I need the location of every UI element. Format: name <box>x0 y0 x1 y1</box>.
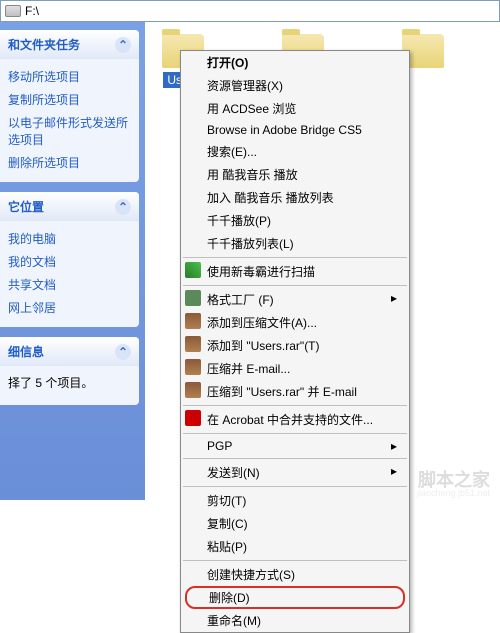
context-menu: 打开(O) 资源管理器(X) 用 ACDSee 浏览 Browse in Adobe … <box>180 50 410 633</box>
context-menu-item[interactable]: 用 ACDSee 浏览 <box>181 97 409 120</box>
context-menu-item[interactable]: 打开(O) <box>181 51 409 74</box>
menu-item-label: 剪切(T) <box>207 494 246 508</box>
context-menu-item[interactable]: 粘贴(P) <box>181 535 409 558</box>
menu-item-label: 删除(D) <box>209 591 250 605</box>
place-shareddocs[interactable]: 共享文档 <box>8 273 131 296</box>
submenu-arrow-icon: ▸ <box>391 464 397 478</box>
menu-item-label: 用 酷我音乐 播放 <box>207 168 298 182</box>
panel-header[interactable]: 和文件夹任务 ⌃ <box>0 30 139 59</box>
menu-separator <box>183 257 407 258</box>
context-menu-item[interactable]: 使用新毒霸进行扫描 <box>181 260 409 283</box>
menu-item-label: 发送到(N) <box>207 466 260 480</box>
context-menu-item[interactable]: 搜索(E)... <box>181 140 409 163</box>
task-delete[interactable]: 删除所选项目 <box>8 151 131 174</box>
context-menu-item[interactable]: 用 酷我音乐 播放 <box>181 163 409 186</box>
context-menu-item[interactable]: 压缩到 "Users.rar" 并 E-mail <box>181 380 409 403</box>
menu-item-label: 在 Acrobat 中合并支持的文件... <box>207 413 373 427</box>
menu-item-label: 打开(O) <box>207 56 248 70</box>
context-menu-item[interactable]: 重命名(M) <box>181 609 409 632</box>
place-network[interactable]: 网上邻居 <box>8 296 131 319</box>
menu-separator <box>183 486 407 487</box>
details-panel: 细信息 ⌃ 择了 5 个项目。 <box>0 337 139 405</box>
context-menu-item[interactable]: 压缩并 E-mail... <box>181 357 409 380</box>
menu-item-label: 搜索(E)... <box>207 145 257 159</box>
tasks-panel: 和文件夹任务 ⌃ 移动所选项目 复制所选项目 以电子邮件形式发送所选项目 删除所… <box>0 30 139 182</box>
menu-item-label: 千千播放(P) <box>207 214 271 228</box>
place-mycomputer[interactable]: 我的电脑 <box>8 227 131 250</box>
sidebar: 和文件夹任务 ⌃ 移动所选项目 复制所选项目 以电子邮件形式发送所选项目 删除所… <box>0 22 145 500</box>
rar-icon <box>185 359 201 375</box>
menu-separator <box>183 285 407 286</box>
menu-separator <box>183 433 407 434</box>
context-menu-item[interactable]: 格式工厂 (F) ▸ <box>181 288 409 311</box>
menu-item-label: 添加到压缩文件(A)... <box>207 316 317 330</box>
menu-separator <box>183 458 407 459</box>
menu-item-label: 粘贴(P) <box>207 540 247 554</box>
panel-header[interactable]: 细信息 ⌃ <box>0 337 139 366</box>
panel-title: 和文件夹任务 <box>8 36 80 53</box>
menu-item-label: 加入 酷我音乐 播放列表 <box>207 191 334 205</box>
menu-item-label: 资源管理器(X) <box>207 79 283 93</box>
context-menu-item[interactable]: Browse in Adobe Bridge CS5 <box>181 120 409 140</box>
submenu-arrow-icon: ▸ <box>391 291 397 305</box>
menu-item-label: Browse in Adobe Bridge CS5 <box>207 123 362 137</box>
panel-title: 它位置 <box>8 198 44 215</box>
menu-item-label: 重命名(M) <box>207 614 261 628</box>
context-menu-item[interactable]: 千千播放列表(L) <box>181 232 409 255</box>
address-bar[interactable]: F:\ <box>0 0 500 22</box>
address-path: F:\ <box>25 4 39 18</box>
chevron-up-icon[interactable]: ⌃ <box>115 37 131 53</box>
selection-status: 择了 5 个项目。 <box>0 366 139 399</box>
rar-icon <box>185 313 201 329</box>
context-menu-item[interactable]: 剪切(T) <box>181 489 409 512</box>
context-menu-item[interactable]: 删除(D) <box>185 586 405 609</box>
panel-header[interactable]: 它位置 ⌃ <box>0 192 139 221</box>
watermark-url: jiaocheng.jb51.net <box>417 488 490 498</box>
menu-item-label: 压缩并 E-mail... <box>207 362 290 376</box>
submenu-arrow-icon: ▸ <box>391 439 397 453</box>
fmt-icon <box>185 290 201 306</box>
context-menu-item[interactable]: 创建快捷方式(S) <box>181 563 409 586</box>
context-menu-item[interactable]: 资源管理器(X) <box>181 74 409 97</box>
context-menu-item[interactable]: 添加到压缩文件(A)... <box>181 311 409 334</box>
context-menu-item[interactable]: 在 Acrobat 中合并支持的文件... <box>181 408 409 431</box>
menu-item-label: 创建快捷方式(S) <box>207 568 295 582</box>
menu-item-label: 用 ACDSee 浏览 <box>207 102 296 116</box>
context-menu-item[interactable]: 添加到 "Users.rar"(T) <box>181 334 409 357</box>
shield-icon <box>185 262 201 278</box>
panel-title: 细信息 <box>8 343 44 360</box>
menu-item-label: 格式工厂 (F) <box>207 293 274 307</box>
acrobat-icon <box>185 410 201 426</box>
menu-item-label: 使用新毒霸进行扫描 <box>207 265 315 279</box>
rar-icon <box>185 336 201 352</box>
menu-item-label: 压缩到 "Users.rar" 并 E-mail <box>207 385 357 399</box>
task-move[interactable]: 移动所选项目 <box>8 65 131 88</box>
menu-item-label: 复制(C) <box>207 517 248 531</box>
task-copy[interactable]: 复制所选项目 <box>8 88 131 111</box>
places-panel: 它位置 ⌃ 我的电脑 我的文档 共享文档 网上邻居 <box>0 192 139 327</box>
context-menu-item[interactable]: 发送到(N) ▸ <box>181 461 409 484</box>
menu-separator <box>183 560 407 561</box>
menu-item-label: 千千播放列表(L) <box>207 237 294 251</box>
context-menu-item[interactable]: 千千播放(P) <box>181 209 409 232</box>
menu-item-label: PGP <box>207 439 232 453</box>
task-email[interactable]: 以电子邮件形式发送所选项目 <box>8 111 131 151</box>
context-menu-item[interactable]: 加入 酷我音乐 播放列表 <box>181 186 409 209</box>
chevron-up-icon[interactable]: ⌃ <box>115 344 131 360</box>
menu-item-label: 添加到 "Users.rar"(T) <box>207 339 320 353</box>
context-menu-item[interactable]: 复制(C) <box>181 512 409 535</box>
place-mydocs[interactable]: 我的文档 <box>8 250 131 273</box>
chevron-up-icon[interactable]: ⌃ <box>115 199 131 215</box>
rar-icon <box>185 382 201 398</box>
drive-icon <box>5 5 21 17</box>
context-menu-item[interactable]: PGP ▸ <box>181 436 409 456</box>
menu-separator <box>183 405 407 406</box>
